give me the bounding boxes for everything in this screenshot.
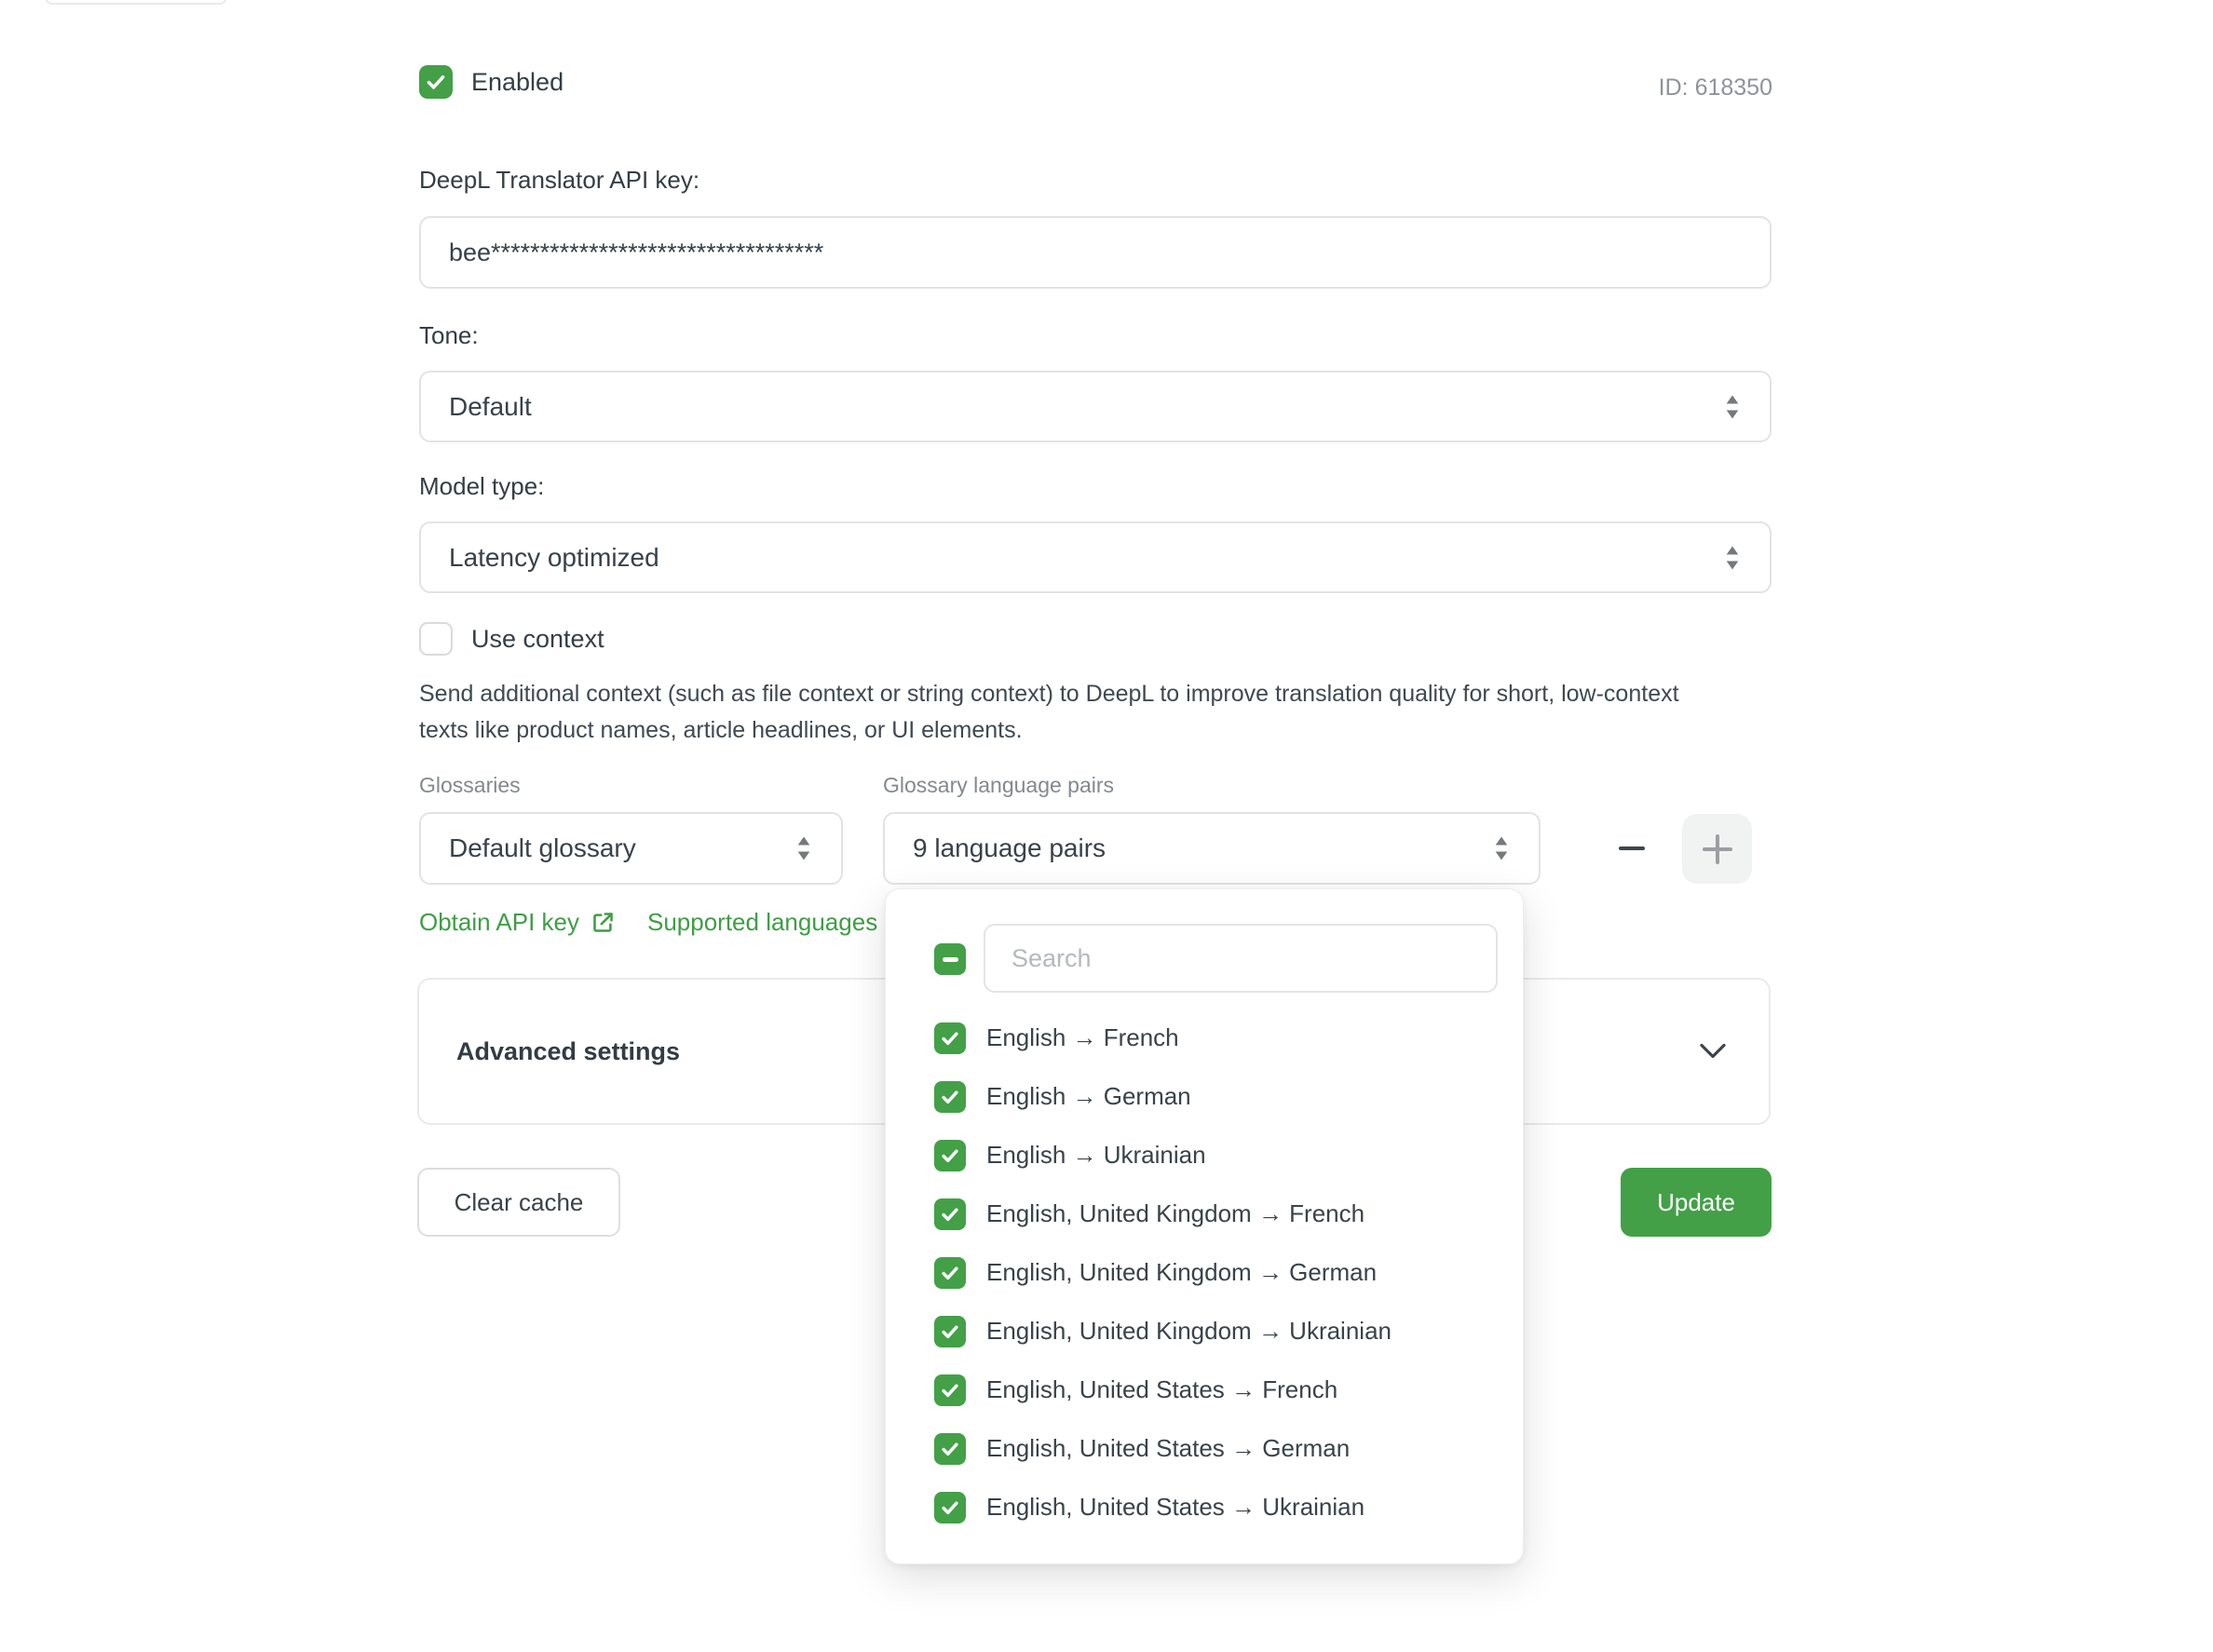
chevron-down-icon xyxy=(1698,1042,1728,1061)
search-input[interactable] xyxy=(984,924,1498,993)
glossary-pairs-label: Glossary language pairs xyxy=(883,773,1114,798)
pair-label: English, United States → Ukrainian xyxy=(986,1493,1364,1522)
enabled-label: Enabled xyxy=(471,68,563,97)
glossaries-value: Default glossary xyxy=(449,833,636,863)
obtain-api-key-label: Obtain API key xyxy=(419,908,579,937)
tone-select[interactable]: Default xyxy=(419,371,1772,442)
pair-label: English, United Kingdom → French xyxy=(986,1199,1364,1228)
check-icon xyxy=(940,1263,960,1283)
pair-checkbox[interactable] xyxy=(934,1081,966,1113)
supported-languages-label: Supported languages xyxy=(647,908,877,937)
check-icon xyxy=(940,1321,960,1342)
clear-cache-button[interactable]: Clear cache xyxy=(417,1168,620,1237)
glossaries-label: Glossaries xyxy=(419,773,521,798)
minus-icon xyxy=(1619,846,1645,850)
check-icon xyxy=(425,71,447,93)
model-type-label: Model type: xyxy=(419,472,544,501)
list-item[interactable]: English, United States → German xyxy=(886,1419,1523,1478)
check-icon xyxy=(940,1497,960,1518)
list-item[interactable]: English → French xyxy=(886,1009,1523,1067)
language-pairs-dropdown: English → French English → German Englis… xyxy=(885,888,1524,1564)
plus-icon xyxy=(1703,834,1732,864)
model-type-select[interactable]: Latency optimized xyxy=(419,521,1772,593)
check-icon xyxy=(940,1204,960,1225)
enabled-checkbox[interactable] xyxy=(419,65,453,99)
select-arrows-icon xyxy=(794,834,813,862)
list-item[interactable]: English, United Kingdom → German xyxy=(886,1243,1523,1302)
glossaries-select[interactable]: Default glossary xyxy=(419,812,843,885)
list-item[interactable]: English, United States → Ukrainian xyxy=(886,1478,1523,1537)
pair-label: English → German xyxy=(986,1082,1191,1111)
use-context-description: Send additional context (such as file co… xyxy=(419,676,1721,749)
pair-checkbox[interactable] xyxy=(934,1257,966,1289)
select-arrows-icon xyxy=(1723,544,1742,572)
pair-label: English → Ukrainian xyxy=(986,1141,1206,1170)
api-key-input[interactable]: bee********************************** xyxy=(419,216,1772,289)
pair-label: English, United Kingdom → German xyxy=(986,1258,1377,1287)
list-item[interactable]: English, United States → French xyxy=(886,1361,1523,1419)
pair-label: English, United States → French xyxy=(986,1375,1337,1404)
use-context-row: Use context xyxy=(419,622,604,656)
list-item[interactable]: English, United Kingdom → French xyxy=(886,1185,1523,1243)
language-pairs-list: English → French English → German Englis… xyxy=(886,1009,1523,1537)
api-key-label: DeepL Translator API key: xyxy=(419,166,699,195)
pair-checkbox[interactable] xyxy=(934,1198,966,1230)
glossary-pairs-select[interactable]: 9 language pairs xyxy=(883,812,1541,885)
list-item[interactable]: English → Ukrainian xyxy=(886,1126,1523,1185)
pair-checkbox[interactable] xyxy=(934,1316,966,1347)
external-link-icon xyxy=(591,910,616,935)
pair-label: English, United States → German xyxy=(986,1434,1350,1463)
check-icon xyxy=(940,1028,960,1049)
obtain-api-key-link[interactable]: Obtain API key xyxy=(419,908,616,937)
advanced-settings-label: Advanced settings xyxy=(456,1037,680,1066)
select-arrows-icon xyxy=(1492,834,1511,862)
supported-languages-link[interactable]: Supported languages xyxy=(647,908,877,937)
update-label: Update xyxy=(1657,1188,1735,1217)
select-all-checkbox[interactable] xyxy=(934,943,966,975)
glossary-pairs-value: 9 language pairs xyxy=(913,833,1106,863)
check-icon xyxy=(940,1439,960,1459)
pair-checkbox[interactable] xyxy=(934,1374,966,1406)
links-row: Obtain API key Supported languages xyxy=(419,908,877,937)
check-icon xyxy=(940,1145,960,1166)
remove-glossary-button[interactable] xyxy=(1604,812,1660,885)
use-context-checkbox[interactable] xyxy=(419,622,453,656)
model-type-value: Latency optimized xyxy=(449,543,659,573)
api-key-value: bee********************************** xyxy=(449,238,823,267)
tone-label: Tone: xyxy=(419,321,479,350)
list-item[interactable]: English, United Kingdom → Ukrainian xyxy=(886,1302,1523,1361)
use-context-label: Use context xyxy=(471,625,604,654)
pair-checkbox[interactable] xyxy=(934,1433,966,1465)
check-icon xyxy=(940,1087,960,1107)
tone-value: Default xyxy=(449,392,532,422)
deepl-settings-page: Enabled ID: 618350 DeepL Translator API … xyxy=(0,0,2213,1652)
add-glossary-button[interactable] xyxy=(1682,814,1752,884)
update-button[interactable]: Update xyxy=(1621,1168,1772,1237)
pair-checkbox[interactable] xyxy=(934,1140,966,1171)
pair-label: English, United Kingdom → Ukrainian xyxy=(986,1317,1392,1346)
select-arrows-icon xyxy=(1723,393,1742,421)
indeterminate-icon xyxy=(943,957,958,962)
integration-id: ID: 618350 xyxy=(1397,74,1772,102)
pair-checkbox[interactable] xyxy=(934,1492,966,1523)
clipped-tab-edge xyxy=(45,0,227,5)
clear-cache-label: Clear cache xyxy=(455,1188,584,1217)
check-icon xyxy=(940,1380,960,1401)
pair-checkbox[interactable] xyxy=(934,1022,966,1054)
list-item[interactable]: English → German xyxy=(886,1067,1523,1126)
pair-label: English → French xyxy=(986,1023,1179,1052)
enabled-row: Enabled xyxy=(419,65,563,99)
